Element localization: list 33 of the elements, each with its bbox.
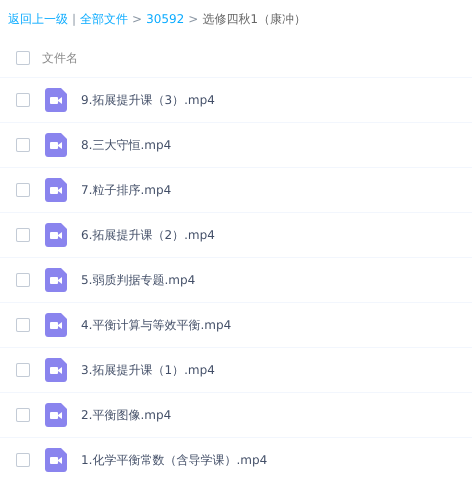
video-file-icon [45,223,67,247]
checkbox[interactable] [16,138,30,152]
video-file-icon [45,133,67,157]
video-file-icon [45,313,67,337]
breadcrumb-separator: > [132,11,142,28]
video-file-icon [45,178,67,202]
file-name[interactable]: 7.粒子排序.mp4 [81,181,172,199]
file-name[interactable]: 3.拓展提升课（1）.mp4 [81,361,215,379]
checkbox[interactable] [16,318,30,332]
file-name[interactable]: 9.拓展提升课（3）.mp4 [81,91,215,109]
video-file-icon [45,358,67,382]
file-name[interactable]: 1.化学平衡常数（含导学课）.mp4 [81,451,268,469]
checkbox[interactable] [16,363,30,377]
column-header: 文件名 [42,50,78,66]
checkbox[interactable] [16,453,30,467]
file-name[interactable]: 8.三大守恒.mp4 [81,136,172,154]
checkbox[interactable] [16,408,30,422]
checkbox[interactable] [16,50,30,64]
current-folder: 选修四秋1（康冲） [202,11,306,28]
video-file-icon [45,268,67,292]
video-file-icon [45,88,67,112]
file-name[interactable]: 5.弱质判据专题.mp4 [81,271,196,289]
breadcrumb-separator: | [72,11,76,28]
breadcrumb-separator: > [188,11,198,28]
file-name[interactable]: 4.平衡计算与等效平衡.mp4 [81,316,232,334]
checkbox[interactable] [16,228,30,242]
video-file-icon [45,448,67,472]
checkbox[interactable] [16,273,30,287]
checkbox[interactable] [16,93,30,107]
file-name[interactable]: 6.拓展提升课（2）.mp4 [81,226,215,244]
checkbox[interactable] [16,183,30,197]
video-file-icon [45,403,67,427]
file-name[interactable]: 2.平衡图像.mp4 [81,406,172,424]
